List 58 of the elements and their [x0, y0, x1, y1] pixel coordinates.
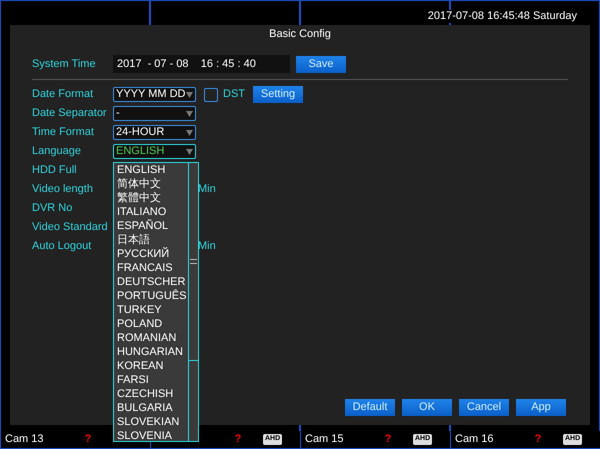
camera-name: Cam 13 [5, 432, 45, 448]
field-label: Video length [32, 182, 94, 198]
dropdown-field[interactable]: YYYY MM DD [113, 87, 196, 102]
dropdown-option[interactable]: CZECHISH [114, 387, 188, 401]
field-label: Date Separator [32, 106, 108, 122]
dropdown-option[interactable]: 简体中文 [114, 177, 188, 191]
save-button[interactable]: Save [296, 56, 346, 72]
status-mark: ? [534, 432, 542, 448]
field-label: Video Standard [32, 220, 109, 236]
dropdown-option[interactable]: 日本語 [114, 233, 188, 247]
dropdown-option[interactable]: ESPAÑOL [114, 219, 188, 233]
field-label: System Time [32, 56, 97, 72]
dropdown-option[interactable]: FRANCAIS [114, 261, 188, 275]
dialog-title: Basic Config [268, 27, 332, 42]
dropdown-option[interactable]: HUNGARIAN [114, 345, 188, 359]
unit-label: Min [198, 182, 216, 198]
field-label: HDD Full [32, 163, 78, 178]
time-field[interactable]: 2017 - 07 - 08 16 : 45 : 40 [113, 55, 290, 73]
checkbox-label: DST [223, 87, 245, 102]
dialog-button[interactable]: OK [402, 399, 452, 416]
dropdown-option[interactable]: SLOVEKIAN [114, 415, 188, 429]
dropdown-field[interactable]: ENGLISH [113, 144, 196, 159]
dialog-button[interactable]: App [516, 399, 566, 416]
dropdown-option[interactable]: PORTUGUÊS [114, 289, 188, 303]
dropdown-option[interactable]: SLOVENIA [114, 429, 188, 443]
field-label: DVR No [32, 201, 74, 216]
scrollbar[interactable] [188, 163, 198, 441]
caret-icon [186, 92, 193, 98]
dropdown-option[interactable]: TURKEY [114, 303, 188, 317]
status-mark: ? [384, 432, 392, 448]
field-label: Date Format [32, 87, 94, 102]
unit-label: Min [198, 239, 216, 254]
camera-name: Cam 16 [455, 432, 495, 448]
caret-icon [186, 130, 193, 136]
dropdown-option[interactable]: FARSI [114, 373, 188, 387]
dropdown-option[interactable]: РУССКИЙ [114, 247, 188, 261]
caret-icon [186, 148, 193, 154]
dropdown-field[interactable]: 24-HOUR [113, 125, 196, 140]
dropdown-option[interactable]: ENGLISH [114, 163, 188, 177]
dropdown-option[interactable]: ITALIANO [114, 205, 188, 219]
caret-icon [186, 110, 193, 116]
dialog-button[interactable]: Cancel [459, 399, 509, 416]
dropdown-option[interactable]: ROMANIAN [114, 331, 188, 345]
field-label: Auto Logout [32, 239, 92, 254]
dropdown-option[interactable]: POLAND [114, 317, 188, 331]
dropdown-option[interactable]: DEUTSCHER [114, 275, 188, 289]
status-mark: ? [84, 432, 92, 448]
dropdown-option[interactable]: 繁體中文 [114, 191, 188, 205]
setting-button[interactable]: Setting [253, 86, 303, 103]
status-mark: ? [234, 432, 242, 448]
field-label: Time Format [32, 125, 95, 140]
dropdown-option[interactable]: KOREAN [114, 359, 188, 373]
field-label: Language [32, 144, 82, 160]
dropdown-field[interactable]: - [113, 106, 196, 121]
dialog-button[interactable]: Default [345, 399, 395, 416]
dst-checkbox[interactable] [204, 88, 218, 102]
camera-name: Cam 15 [305, 432, 345, 448]
dropdown-option[interactable]: BULGARIA [114, 401, 188, 415]
